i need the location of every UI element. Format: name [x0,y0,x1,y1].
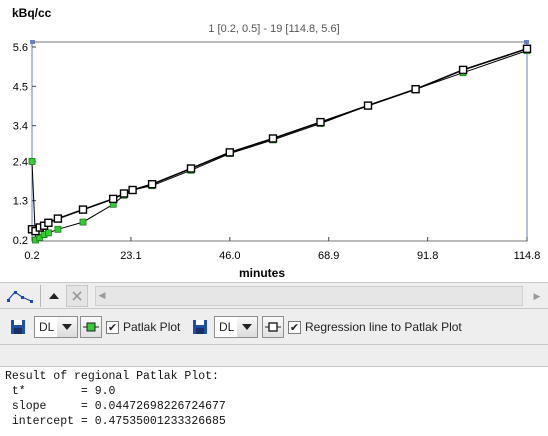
result-intercept: intercept = 0.47535001233326685 [5,415,226,428]
data-point-series-2[interactable] [363,101,373,110]
marker-style-button-right[interactable] [262,316,284,338]
right-cursor-handle[interactable] [524,40,529,44]
floppy-disk-icon [193,320,207,334]
floppy-disk-icon [11,320,25,334]
data-point-series-2[interactable] [225,148,235,157]
checkmark-icon[interactable]: ✔ [288,320,301,334]
data-point-series-2[interactable] [128,185,137,195]
data-point-series-2[interactable] [44,218,53,228]
y-tick-label: 2.4 [13,156,28,168]
patlak-plot-checkbox[interactable]: ✔ Patlak Plot [106,316,180,338]
left-cursor-handle[interactable] [30,40,35,44]
data-point-series-2[interactable] [522,44,532,53]
plot-frame [31,41,528,242]
toolbar-separator [40,285,41,307]
data-point-series-1[interactable] [28,157,36,165]
y-tick-label: 5.6 [13,42,28,54]
marker-style-button-left[interactable] [80,316,102,338]
data-point-series-1[interactable] [54,225,62,233]
checkmark-icon[interactable]: ✔ [106,320,119,334]
data-point-series-2[interactable] [147,179,157,189]
horizontal-scrollbar[interactable]: ◀ [95,286,523,306]
x-tick-label: 23.1 [120,250,141,262]
data-point-series-2[interactable] [268,134,278,143]
result-title: Result of regional Patlak Plot: [5,370,219,383]
y-tick-label: 4.5 [13,81,28,93]
x-tick-label: 114.8 [514,250,541,262]
result-slope: slope = 0.04472698226724677 [5,400,226,413]
close-icon[interactable] [66,285,88,307]
y-tick-label: 0.2 [13,235,28,247]
style-combo-left-arrow[interactable] [57,316,78,338]
data-point-series-2[interactable] [411,84,420,94]
result-text-area[interactable]: Result of regional Patlak Plot: t* = 9.0… [0,366,548,436]
chevron-down-icon[interactable] [57,317,77,337]
range-label: 1 [0.2, 0.5] - 19 [114.8, 5.6] [208,23,339,35]
green-square-marker-icon[interactable] [80,316,102,338]
x-tick-label: 0.2 [24,250,39,262]
data-point-series-1[interactable] [79,218,87,226]
y-unit-label: kBq/cc [12,6,52,20]
scroll-left-icon[interactable]: ◀ [96,287,108,305]
patlak-plot[interactable]: kBq/cc 1 [0.2, 0.5] - 19 [114.8, 5.6] 0.… [0,0,548,282]
plot-toolbar: ◀ ▶ [0,282,548,309]
data-point-series-1[interactable] [45,229,52,237]
save-button-right[interactable] [192,316,208,338]
line-shape-icon[interactable] [4,285,36,307]
splitter[interactable] [0,345,548,366]
triangle-up-icon[interactable] [44,285,64,307]
style-combo-right-arrow[interactable] [237,316,258,338]
style-combo-left-value: DL [39,320,55,334]
regression-line-label: Regression line to Patlak Plot [305,320,462,334]
x-axis-title: minutes [239,266,285,280]
chevron-down-icon[interactable] [237,317,257,337]
white-square-marker-icon[interactable] [262,316,284,338]
save-button-left[interactable] [10,316,26,338]
data-point-series-2[interactable] [186,164,196,173]
result-t-star: t* = 9.0 [5,385,116,398]
data-point-series-2[interactable] [78,205,88,214]
regression-line-checkbox[interactable]: ✔ Regression line to Patlak Plot [288,316,462,338]
x-tick-label: 46.0 [219,250,240,262]
control-bar: DL ✔ Patlak Plot DL ✔ Regression line to… [0,309,548,345]
data-point-series-2[interactable] [119,189,129,198]
plot-panel[interactable]: kBq/cc 1 [0.2, 0.5] - 19 [114.8, 5.6] 0.… [0,0,548,282]
data-point-series-2[interactable] [316,117,325,127]
x-tick-label: 68.9 [318,250,339,262]
y-tick-label: 1.3 [13,196,28,208]
data-point-series-2[interactable] [53,214,63,223]
x-tick-label: 91.8 [417,250,438,262]
patlak-plot-label: Patlak Plot [123,320,181,334]
data-point-series-2[interactable] [108,194,118,204]
y-tick-label: 3.4 [13,121,28,133]
style-combo-right-value: DL [219,320,235,334]
data-point-series-2[interactable] [458,65,468,75]
scroll-right-icon[interactable]: ▶ [530,288,544,306]
